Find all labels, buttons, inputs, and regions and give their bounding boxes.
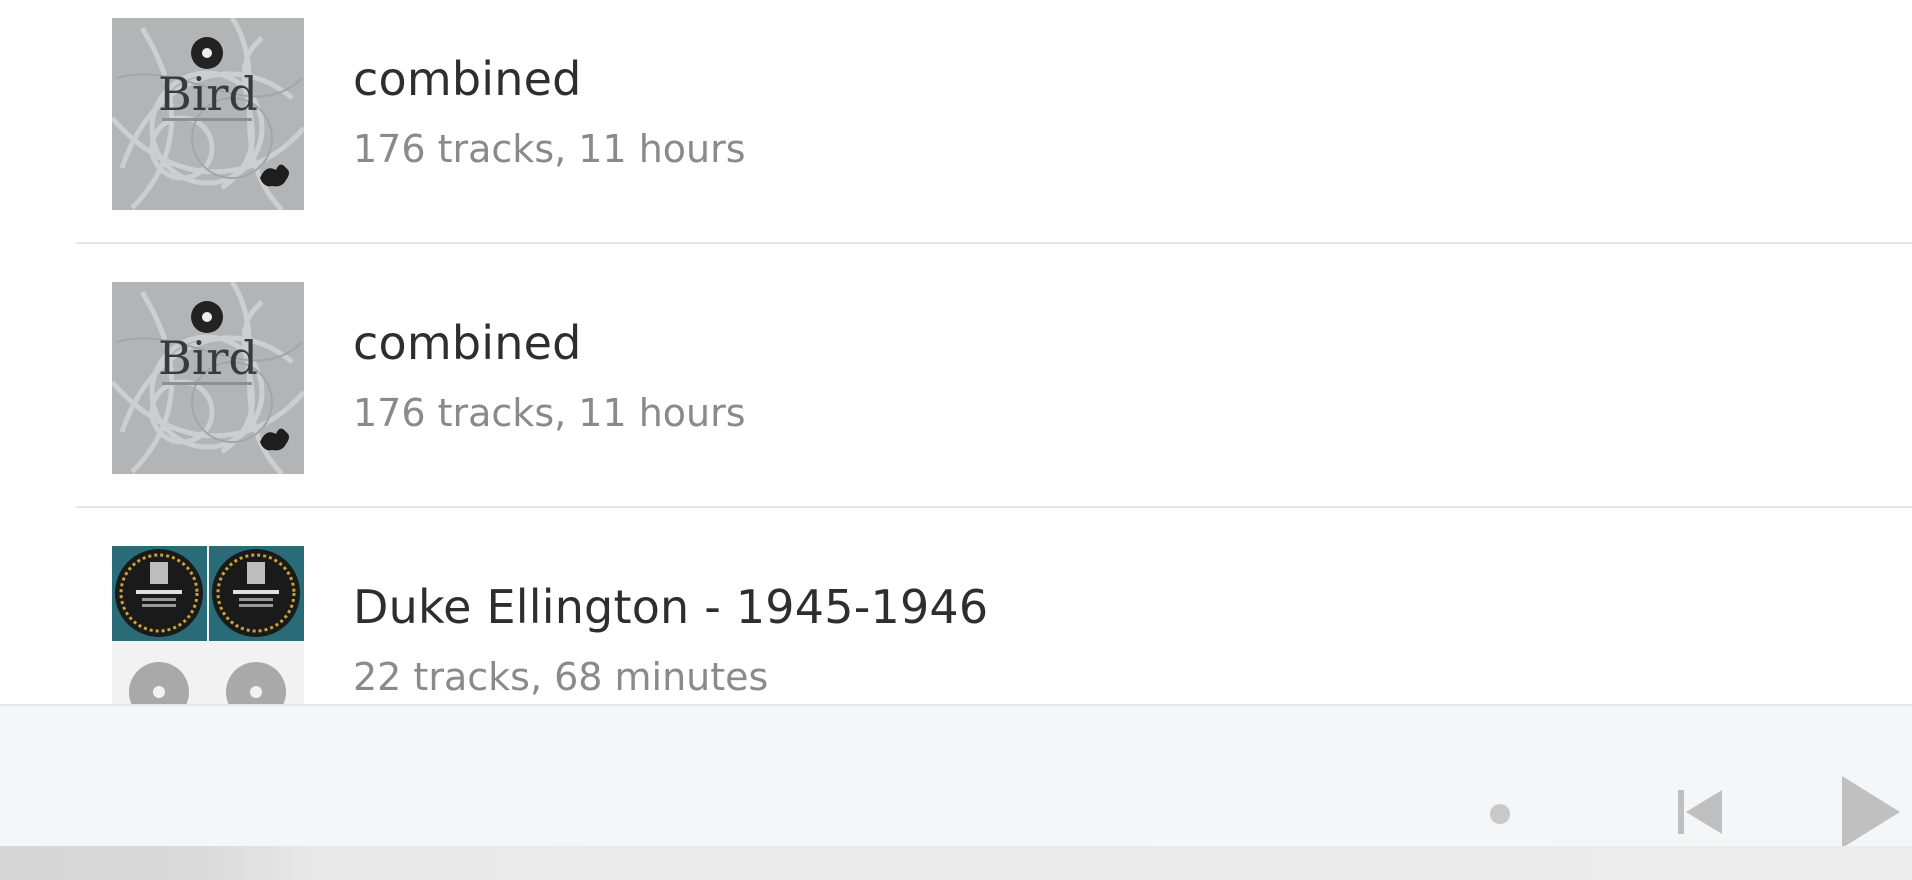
app-window: Bird combined 176 tracks, 11 hours Bird … — [0, 0, 1912, 880]
collage-album-cover-image — [112, 546, 304, 704]
playlist-list[interactable]: Bird combined 176 tracks, 11 hours Bird … — [0, 0, 1912, 704]
row-divider — [76, 506, 1912, 508]
play-icon — [1842, 776, 1900, 848]
play-button[interactable] — [1836, 772, 1906, 852]
bird-album-cover-image: Bird — [112, 18, 304, 210]
album-art-text: Bird — [158, 67, 258, 121]
playlist-subtitle: 176 tracks, 11 hours — [353, 391, 746, 435]
skip-previous-icon — [1678, 790, 1722, 834]
playlist-row[interactable]: Duke Ellington - 1945-1946 22 tracks, 68… — [0, 528, 1912, 704]
album-art: Bird — [112, 18, 304, 210]
player-bar — [0, 704, 1912, 848]
dot-icon — [1490, 804, 1510, 824]
playlist-title: Duke Ellington - 1945-1946 — [353, 580, 989, 634]
album-art: Bird — [112, 282, 304, 474]
playlist-title: combined — [353, 52, 582, 106]
skip-previous-button[interactable] — [1670, 782, 1730, 842]
row-divider — [76, 242, 1912, 244]
album-art-text: Bird — [158, 331, 258, 385]
playlist-row[interactable]: Bird combined 176 tracks, 11 hours — [0, 0, 1912, 264]
album-art — [112, 546, 304, 704]
playlist-title: combined — [353, 316, 582, 370]
playlist-row[interactable]: Bird combined 176 tracks, 11 hours — [0, 264, 1912, 528]
bird-album-cover-image: Bird — [112, 282, 304, 474]
bottom-strip — [0, 846, 1912, 880]
playlist-subtitle: 22 tracks, 68 minutes — [353, 655, 769, 699]
playlist-subtitle: 176 tracks, 11 hours — [353, 127, 746, 171]
